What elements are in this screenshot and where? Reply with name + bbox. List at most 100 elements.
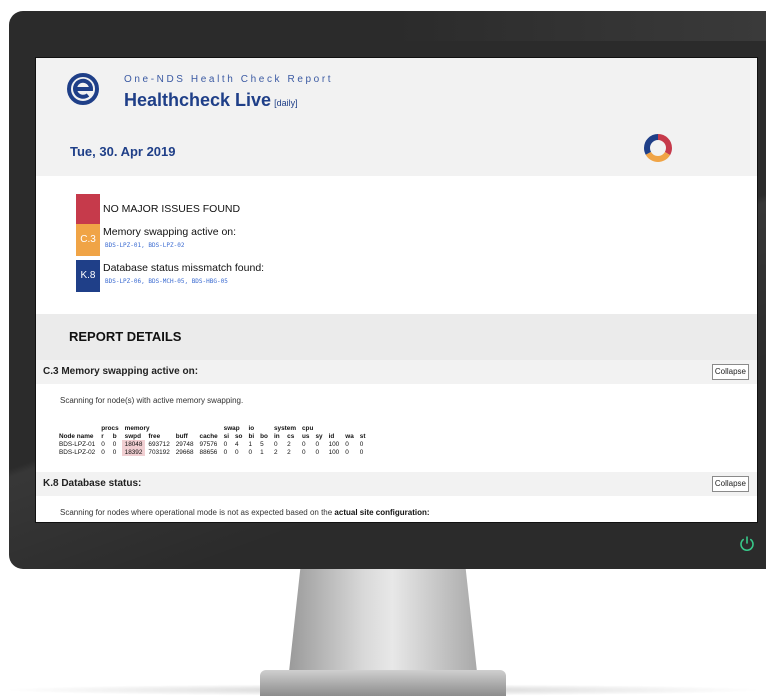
table-cell: 0 xyxy=(302,440,306,448)
report-details-title: REPORT DETAILS xyxy=(69,329,182,344)
table-cell: 0 xyxy=(345,440,349,448)
table-column-header: id xyxy=(328,432,335,440)
table-cell: 0 xyxy=(302,448,306,456)
section-title: C.3 Memory swapping active on: xyxy=(43,366,199,377)
table-group-header: memory xyxy=(124,424,150,432)
table-group-header: io xyxy=(248,424,255,432)
table-group-header: swap xyxy=(223,424,240,432)
table-cell: 703192 xyxy=(148,448,170,456)
table-cell: 0 xyxy=(101,448,105,456)
table-cell: 0 xyxy=(248,448,253,456)
table-column-header: r xyxy=(101,432,104,440)
table-cell: 100 xyxy=(328,440,340,448)
table-group-header: procs xyxy=(101,424,119,432)
table-cell: 0 xyxy=(315,448,320,456)
table-column-header: free xyxy=(148,432,161,440)
table-cell: 0 xyxy=(359,440,364,448)
scan-description-bold: actual site configuration: xyxy=(334,508,430,517)
table-cell: 0 xyxy=(345,448,349,456)
scan-description: Scanning for node(s) with active memory … xyxy=(60,396,244,405)
section-body-c3: Scanning for node(s) with active memory … xyxy=(36,384,757,472)
table-column-header: si xyxy=(223,432,229,440)
table-cell: 1 xyxy=(248,440,253,448)
table-cell: 0 xyxy=(223,440,228,448)
issue-affected-nodes[interactable]: BDS-LPZ-06, BDS-MCH-05, BDS-HBG-05 xyxy=(105,278,228,285)
monitor: One-NDS Health Check Report Healthcheck … xyxy=(9,11,766,569)
table-column-header: so xyxy=(235,432,243,440)
table-cell: 2 xyxy=(287,440,291,448)
memory-table: procs memory swap io system cpu Node nam… xyxy=(56,424,368,456)
issue-badge xyxy=(76,194,100,226)
table-column-header: buff xyxy=(175,432,188,440)
scan-description: Scanning for nodes where operational mod… xyxy=(60,508,430,517)
table-column-header: bi xyxy=(248,432,255,440)
table-cell: 29748 xyxy=(175,440,194,448)
table-cell: 2 xyxy=(273,448,278,456)
table-header-row: Node name r b swpd free buff cache si so bi bo in cs… xyxy=(56,432,368,440)
status-donut-icon xyxy=(644,134,672,162)
issue-badge: K.8 xyxy=(76,260,100,292)
power-icon[interactable] xyxy=(738,535,756,553)
report-details-heading: REPORT DETAILS xyxy=(36,314,757,360)
table-group-header: cpu xyxy=(302,424,314,432)
table-cell: 0 xyxy=(223,448,228,456)
table-cell: 18048 xyxy=(121,440,146,448)
table-cell: 0 xyxy=(112,448,117,456)
table-cell: 0 xyxy=(273,440,278,448)
table-cell: 0 xyxy=(112,440,117,448)
table-cell: 0 xyxy=(359,448,364,456)
table-cell: 88656 xyxy=(199,448,218,456)
report-subtitle: One-NDS Health Check Report xyxy=(124,74,334,85)
table-cell: 100 xyxy=(328,448,340,456)
table-cell: 29668 xyxy=(175,448,194,456)
issue-affected-nodes[interactable]: BDS-LPZ-01, BDS-LPZ-02 xyxy=(105,242,184,249)
node-name-cell: BDS-LPZ-02 xyxy=(59,448,96,456)
table-column-header: bo xyxy=(260,432,268,440)
table-cell: 97576 xyxy=(199,440,218,448)
table-column-header: sy xyxy=(315,432,323,440)
node-name-cell: BDS-LPZ-01 xyxy=(59,440,96,448)
table-column-header: cache xyxy=(199,432,218,440)
table-group-header: system xyxy=(273,424,296,432)
report-title: Healthcheck Live [daily] xyxy=(124,90,298,111)
table-group-header xyxy=(56,424,98,432)
scan-description-text: Scanning for nodes where operational mod… xyxy=(60,508,333,517)
table-column-header: swpd xyxy=(124,432,141,440)
table-column-header: st xyxy=(359,432,366,440)
report-header: One-NDS Health Check Report Healthcheck … xyxy=(36,58,757,162)
report-title-text: Healthcheck Live xyxy=(124,90,272,110)
issue-item-c3[interactable]: C.3 Memory swapping active on: BDS-LPZ-0… xyxy=(76,224,476,264)
table-column-header: wa xyxy=(345,432,354,440)
issue-text: NO MAJOR ISSUES FOUND xyxy=(103,203,241,215)
section-header-k8: K.8 Database status: Collapse xyxy=(36,472,757,496)
section-header-c3: C.3 Memory swapping active on: Collapse xyxy=(36,360,757,384)
table-row: BDS-LPZ-02 0 0 18392 703192 29668 88656 0 0 0 1 2 2 0… xyxy=(56,448,368,456)
section-body-k8: Scanning for nodes where operational mod… xyxy=(36,496,757,522)
monitor-stand-base xyxy=(260,670,506,696)
table-cell: 5 xyxy=(260,440,264,448)
issue-text: Database status missmatch found: xyxy=(103,262,265,274)
table-column-header: Node name xyxy=(59,432,94,440)
table-cell: 0 xyxy=(101,440,105,448)
bezel-shine xyxy=(396,11,766,41)
table-column-header: cs xyxy=(287,432,295,440)
table-row: BDS-LPZ-01 0 0 18048 693712 29748 97576 0 4 1 5 0 2 0… xyxy=(56,440,368,448)
report-frequency-tag: [daily] xyxy=(274,98,298,108)
issue-text: Memory swapping active on: xyxy=(103,226,237,238)
table-cell: 0 xyxy=(315,440,320,448)
screen: One-NDS Health Check Report Healthcheck … xyxy=(35,57,758,523)
table-column-header: in xyxy=(273,432,280,440)
monitor-stand-neck xyxy=(289,569,477,672)
company-logo-icon xyxy=(67,73,99,105)
table-cell: 18392 xyxy=(121,448,146,456)
table-column-header: us xyxy=(302,432,310,440)
table-cell: 0 xyxy=(235,448,239,456)
issue-item-k8[interactable]: K.8 Database status missmatch found: BDS… xyxy=(76,260,476,300)
table-column-header: b xyxy=(112,432,117,440)
table-cell: 2 xyxy=(287,448,291,456)
collapse-button[interactable]: Collapse xyxy=(711,364,749,380)
table-cell: 4 xyxy=(235,440,239,448)
collapse-button[interactable]: Collapse xyxy=(711,476,749,492)
issue-badge: C.3 xyxy=(76,224,100,256)
table-cell: 1 xyxy=(260,448,264,456)
